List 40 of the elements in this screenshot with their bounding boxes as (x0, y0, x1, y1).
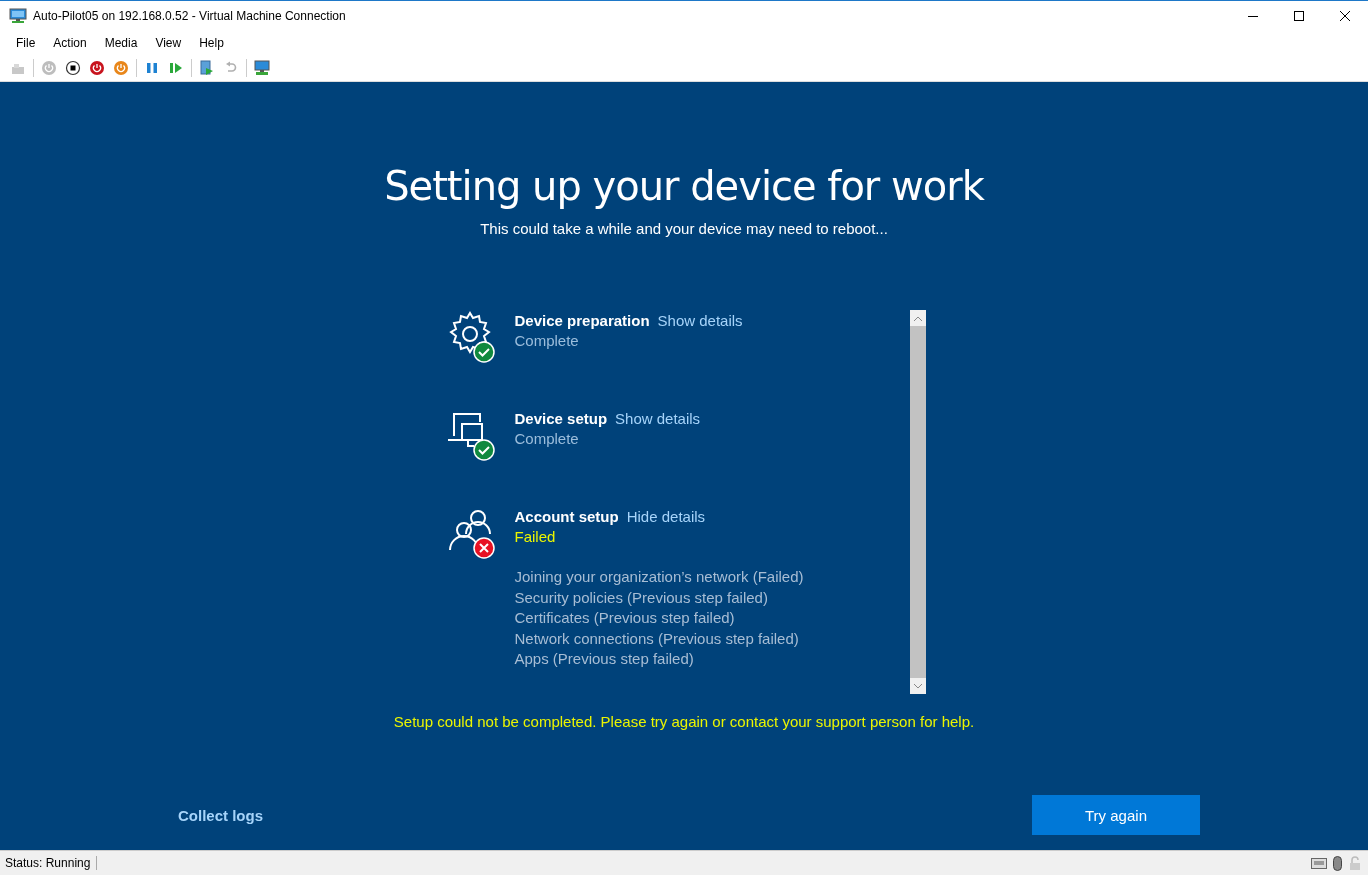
section-status: Complete (514, 429, 580, 449)
section-title: Device setup (514, 409, 608, 429)
checkpoint-icon[interactable] (199, 59, 215, 76)
monitor-icon[interactable] (254, 59, 270, 76)
menu-item[interactable]: Help (190, 35, 233, 50)
details-link[interactable]: Hide details (626, 507, 706, 527)
page-subtitle: This could take a while and your device may need to reboot... (480, 220, 888, 237)
details-link[interactable]: Show details (657, 311, 743, 331)
window-title: Auto-Pilot05 on 192.168.0.52 - Virtual Machine Connection (33, 9, 346, 23)
detail-step: Network connections (Previous step failed) (514, 628, 804, 649)
section-status: Failed (514, 527, 557, 547)
stop-icon[interactable] (65, 59, 81, 76)
padlock-icon (1348, 856, 1362, 870)
app-monitor-icon (9, 8, 27, 24)
keyboard-icon (1311, 857, 1327, 869)
power-icon[interactable] (113, 59, 129, 76)
power-icon[interactable] (89, 59, 105, 76)
detail-step: Apps (Previous step failed) (514, 649, 804, 670)
menu-item[interactable]: View (146, 35, 191, 50)
maximize-icon[interactable] (1294, 11, 1304, 21)
status-text: Status: Running (0, 856, 98, 870)
menu-item[interactable]: File (7, 35, 45, 50)
try-again-button[interactable]: Try again (1032, 795, 1200, 835)
detail-step: Certificates (Previous step failed) (514, 608, 804, 629)
scroll-up-icon[interactable] (913, 315, 922, 321)
section-title: Account setup (514, 507, 619, 527)
details-link[interactable]: Show details (615, 409, 701, 429)
section-status: Complete (514, 331, 580, 351)
menu-item[interactable]: Action (44, 35, 96, 50)
detail-step: Security policies (Previous step failed) (514, 587, 804, 608)
error-message: Setup could not be completed. Please try again or contact your support person for help. (393, 713, 975, 730)
detail-step: Joining your organization’s network (Failed) (514, 567, 804, 588)
menu-item[interactable]: Media (95, 35, 147, 50)
section-title: Device preparation (514, 311, 650, 331)
close-icon[interactable] (1340, 11, 1350, 21)
scrollbar[interactable] (909, 310, 926, 694)
scroll-down-icon[interactable] (913, 683, 922, 689)
mouse-icon (1333, 855, 1342, 871)
collect-logs-link[interactable]: Collect logs (178, 806, 263, 824)
page-title: Setting up your device for work (384, 162, 984, 211)
